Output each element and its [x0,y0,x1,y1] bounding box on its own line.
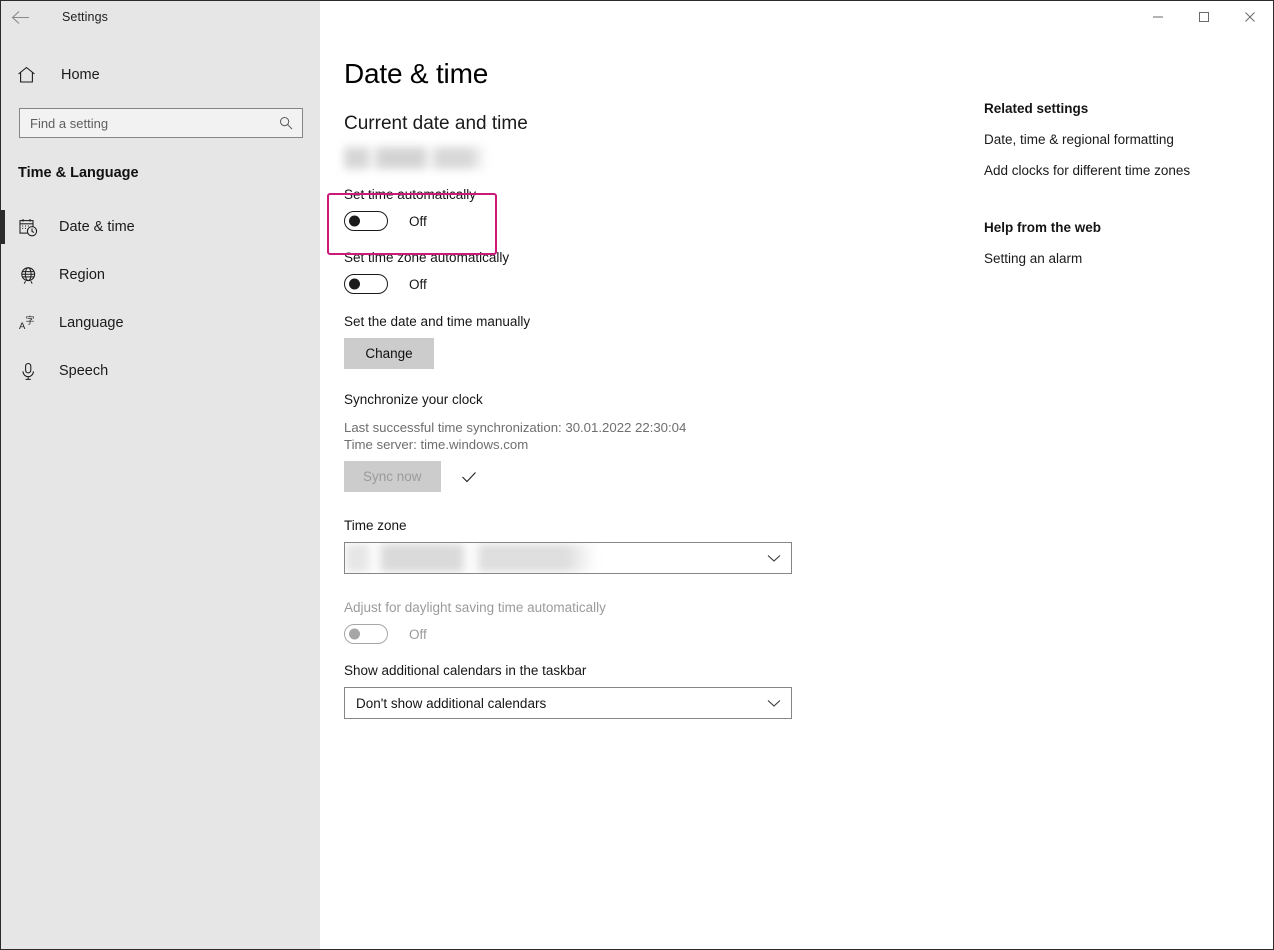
set-manually-label: Set the date and time manually [344,314,531,329]
rail-spacer [984,178,1273,220]
minimize-button[interactable] [1135,2,1181,33]
additional-calendars-dropdown[interactable]: Don't show additional calendars [344,687,792,719]
search-box[interactable] [19,108,303,138]
sidebar-item-language[interactable]: A 字 Language [1,299,320,347]
related-link-add-clocks[interactable]: Add clocks for different time zones [984,163,1273,178]
set-time-automatically-toggle[interactable] [344,211,388,231]
help-from-web-header: Help from the web [984,220,1102,235]
synchronize-clock-group: Synchronize your clock Last successful t… [344,392,1273,492]
sidebar-item-label: Date & time [59,219,135,235]
last-sync-text: Last successful time synchronization: 30… [344,420,687,435]
chevron-down-icon[interactable] [767,699,781,708]
sidebar-item-label: Speech [59,363,109,379]
title-bar: Settings [1,1,1273,33]
sync-now-button[interactable]: Sync now [344,461,441,492]
sidebar-item-region[interactable]: Region [1,251,320,299]
additional-calendars-label: Show additional calendars in the taskbar [344,663,587,678]
set-timezone-automatically-row[interactable]: Off [344,274,1273,294]
sidebar-nav-list: Date & time Region A 字 Language Speech [1,203,320,395]
toggle-knob [349,628,360,640]
chevron-down-icon[interactable] [767,554,781,563]
search-input[interactable] [20,109,302,137]
daylight-saving-group: Adjust for daylight saving time automati… [344,600,1273,644]
settings-window: Settings Home Find a setting Time & Lang… [0,0,1274,950]
time-server-text: Time server: time.windows.com [344,437,529,452]
related-settings-header: Related settings [984,101,1089,116]
sidebar-section-header: Time & Language [18,165,139,181]
main-content: Date & time Current date and time Set ti… [320,33,1273,949]
help-link-setting-an-alarm[interactable]: Setting an alarm [984,251,1273,266]
sidebar-item-speech[interactable]: Speech [1,347,320,395]
sidebar-item-label-home: Home [61,67,100,83]
current-date-time-value [344,147,487,169]
additional-calendars-value: Don't show additional calendars [356,695,547,711]
svg-text:字: 字 [26,314,35,326]
time-zone-value-blurred [346,544,596,572]
app-title: Settings [62,10,108,24]
back-arrow-icon[interactable] [1,1,39,33]
sidebar-item-date-time[interactable]: Date & time [1,203,320,251]
microphone-icon [19,362,45,381]
daylight-saving-label: Adjust for daylight saving time automati… [344,600,606,615]
sidebar-item-label: Language [59,315,124,331]
time-zone-label: Time zone [344,518,407,533]
page-title: Date & time [344,58,489,89]
close-button[interactable] [1227,2,1273,33]
related-settings-rail: Related settings Date, time & regional f… [984,101,1273,266]
sync-now-row: Sync now [344,452,1273,492]
title-bar-left: Settings [1,1,320,33]
calendar-clock-icon [19,218,45,237]
set-timezone-automatically-toggle[interactable] [344,274,388,294]
search-icon[interactable] [279,116,293,130]
window-body: Home Time & Language [1,33,1273,949]
related-link-date-time-regional-formatting[interactable]: Date, time & regional formatting [984,132,1273,147]
home-icon [17,66,47,84]
daylight-saving-row: Off [344,624,1273,644]
set-timezone-automatically-state: Off [409,276,427,292]
language-icon: A 字 [19,314,45,333]
additional-calendars-group: Show additional calendars in the taskbar… [344,663,1273,719]
search-wrapper [19,108,303,138]
daylight-saving-state: Off [409,626,427,642]
synchronize-clock-heading: Synchronize your clock [344,392,483,407]
sidebar-item-home[interactable]: Home [1,55,320,95]
time-zone-group: Time zone [344,518,1273,574]
window-controls [320,1,1273,33]
change-button[interactable]: Change [344,338,434,369]
checkmark-icon [461,470,477,484]
manual-date-time-group: Set the date and time manually Change [344,314,1273,369]
daylight-saving-toggle [344,624,388,644]
set-time-automatically-state: Off [409,213,427,229]
globe-icon [19,266,45,285]
toggle-knob [349,215,360,227]
time-zone-dropdown[interactable] [344,542,792,574]
sidebar: Home Time & Language [1,33,320,949]
maximize-button[interactable] [1181,2,1227,33]
toggle-knob [349,278,360,290]
sidebar-item-label: Region [59,267,105,283]
